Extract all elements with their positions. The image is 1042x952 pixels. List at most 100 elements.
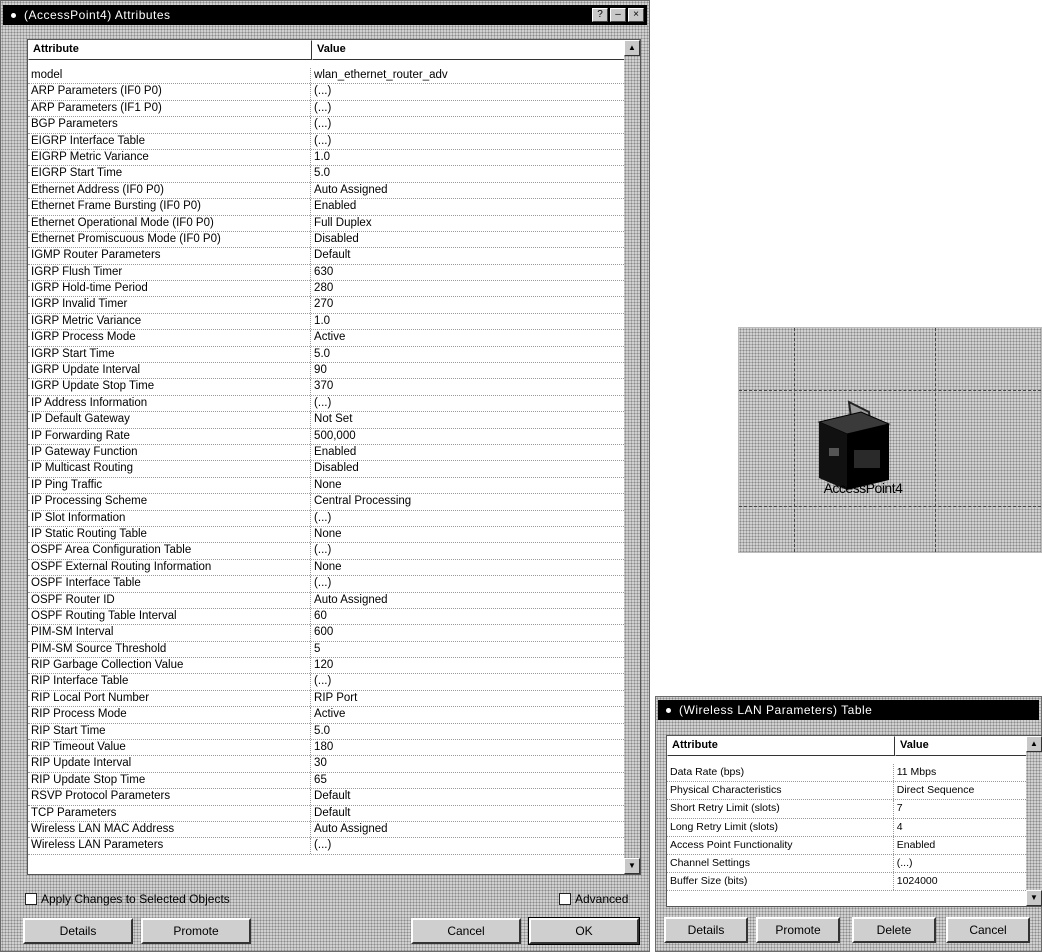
attribute-value-cell[interactable]: (...) xyxy=(311,576,624,591)
node-label[interactable]: AccessPoint4 xyxy=(793,480,933,496)
attribute-value-cell[interactable]: None xyxy=(311,527,624,542)
attribute-value-cell[interactable]: (...) xyxy=(311,674,624,689)
table-row[interactable]: Data Rate (bps) 11 Mbps xyxy=(667,764,1026,783)
attribute-value-cell[interactable]: 30 xyxy=(311,756,624,771)
table-row[interactable]: IP Processing Scheme Central Processing xyxy=(28,494,624,511)
attribute-value-cell[interactable]: None xyxy=(311,560,624,575)
value-column-header[interactable]: Value xyxy=(895,736,1028,756)
attribute-value-cell[interactable]: Default xyxy=(311,248,624,263)
table-row[interactable]: Ethernet Frame Bursting (IF0 P0) Enabled xyxy=(28,199,624,216)
attribute-column-header[interactable]: Attribute xyxy=(667,736,895,756)
advanced-checkbox-box[interactable] xyxy=(559,893,571,905)
apply-changes-checkbox-box[interactable] xyxy=(25,893,37,905)
table-row[interactable]: IGRP Metric Variance 1.0 xyxy=(28,313,624,331)
table-row[interactable]: PIM-SM Source Threshold 5 xyxy=(28,641,624,659)
table-row[interactable]: Short Retry Limit (slots) 7 xyxy=(667,800,1026,819)
attribute-value-cell[interactable]: (...) xyxy=(311,84,624,99)
table-row[interactable]: RIP Garbage Collection Value 120 xyxy=(28,658,624,675)
table-row[interactable]: IGRP Flush Timer 630 xyxy=(28,264,624,282)
attribute-value-cell[interactable]: None xyxy=(311,478,624,493)
attribute-value-cell[interactable]: 60 xyxy=(311,609,624,624)
attribute-value-cell[interactable]: 11 Mbps xyxy=(894,764,1026,781)
table-row[interactable]: EIGRP Metric Variance 1.0 xyxy=(28,149,624,167)
attribute-value-cell[interactable]: (...) xyxy=(311,396,624,411)
attribute-value-cell[interactable]: Enabled xyxy=(311,199,624,214)
table-row[interactable]: Wireless LAN MAC Address Auto Assigned xyxy=(28,821,624,839)
scroll-up-arrow-icon[interactable]: ▲ xyxy=(624,40,640,56)
table-row[interactable]: ARP Parameters (IF0 P0) (...) xyxy=(28,84,624,101)
table-row[interactable]: Ethernet Operational Mode (IF0 P0) Full D… xyxy=(28,215,624,232)
attribute-value-cell[interactable]: Direct Sequence xyxy=(894,782,1026,799)
table-row[interactable]: EIGRP Interface Table (...) xyxy=(28,133,624,150)
attribute-value-cell[interactable]: 630 xyxy=(311,265,624,280)
attribute-value-cell[interactable]: 5.0 xyxy=(311,724,624,739)
system-menu-icon[interactable] xyxy=(666,707,671,713)
table-row[interactable]: IGRP Start Time 5.0 xyxy=(28,346,624,364)
attribute-value-cell[interactable]: Not Set xyxy=(311,412,624,427)
table-row[interactable]: OSPF Interface Table (...) xyxy=(28,576,624,593)
attribute-value-cell[interactable]: 4 xyxy=(894,819,1026,836)
attribute-value-cell[interactable]: Auto Assigned xyxy=(311,183,624,198)
attribute-value-cell[interactable]: Auto Assigned xyxy=(311,822,624,837)
attribute-value-cell[interactable]: (...) xyxy=(311,101,624,116)
attribute-value-cell[interactable]: Default xyxy=(311,806,624,821)
apply-changes-checkbox[interactable]: Apply Changes to Selected Objects xyxy=(25,892,230,906)
table-row[interactable]: RIP Update Stop Time 65 xyxy=(28,772,624,790)
attribute-value-cell[interactable]: wlan_ethernet_router_adv xyxy=(311,68,624,83)
attribute-value-cell[interactable]: 65 xyxy=(311,773,624,788)
attribute-value-cell[interactable]: 120 xyxy=(311,658,624,673)
table-row[interactable]: Long Retry Limit (slots) 4 xyxy=(667,818,1026,837)
attribute-value-cell[interactable]: 5.0 xyxy=(311,347,624,362)
scroll-up-arrow-icon[interactable]: ▲ xyxy=(1026,736,1042,752)
attribute-value-cell[interactable]: 180 xyxy=(311,740,624,755)
scroll-down-arrow-icon[interactable]: ▼ xyxy=(624,858,640,874)
attribute-value-cell[interactable]: 5 xyxy=(311,642,624,657)
attributes-vertical-scrollbar[interactable]: ▲ ▼ xyxy=(624,40,640,874)
table-row[interactable]: Buffer Size (bits) 1024000 xyxy=(667,873,1026,892)
table-row[interactable]: IGRP Hold-time Period 280 xyxy=(28,281,624,298)
table-row[interactable]: IP Gateway Function Enabled xyxy=(28,444,624,462)
table-row[interactable]: IGRP Process Mode Active xyxy=(28,330,624,347)
attribute-value-cell[interactable]: Active xyxy=(311,707,624,722)
wireless-vertical-scrollbar[interactable]: ▲ ▼ xyxy=(1026,736,1042,906)
close-window-button[interactable]: × xyxy=(628,8,644,22)
attribute-value-cell[interactable]: 1.0 xyxy=(311,314,624,329)
table-row[interactable]: IP Default Gateway Not Set xyxy=(28,412,624,429)
attribute-value-cell[interactable]: Enabled xyxy=(894,837,1026,854)
table-row[interactable]: PIM-SM Interval 600 xyxy=(28,625,624,642)
table-row[interactable]: OSPF Routing Table Interval 60 xyxy=(28,608,624,626)
promote-button[interactable]: Promote xyxy=(141,918,251,944)
attribute-value-cell[interactable]: Active xyxy=(311,330,624,345)
promote-button[interactable]: Promote xyxy=(756,917,840,943)
attribute-value-cell[interactable]: 270 xyxy=(311,297,624,312)
attribute-value-cell[interactable]: 600 xyxy=(311,625,624,640)
attribute-value-cell[interactable]: Default xyxy=(311,789,624,804)
table-row[interactable]: RSVP Protocol Parameters Default xyxy=(28,789,624,806)
table-row[interactable]: RIP Start Time 5.0 xyxy=(28,723,624,741)
attribute-value-cell[interactable]: 90 xyxy=(311,363,624,378)
attribute-value-cell[interactable]: Disabled xyxy=(311,461,624,476)
attribute-value-cell[interactable]: 370 xyxy=(311,379,624,394)
wireless-title-bar[interactable]: (Wireless LAN Parameters) Table xyxy=(658,700,1039,720)
cancel-button[interactable]: Cancel xyxy=(946,917,1030,943)
attribute-value-cell[interactable]: (...) xyxy=(311,543,624,558)
minimize-window-button[interactable]: – xyxy=(610,8,626,22)
table-row[interactable]: IGRP Invalid Timer 270 xyxy=(28,297,624,314)
attributes-title-bar[interactable]: (AccessPoint4) Attributes ? – × xyxy=(3,5,647,25)
value-column-header[interactable]: Value xyxy=(312,40,626,60)
attribute-value-cell[interactable]: (...) xyxy=(311,511,624,526)
attribute-value-cell[interactable]: RIP Port xyxy=(311,691,624,706)
table-row[interactable]: Wireless LAN Parameters (...) xyxy=(28,838,624,855)
attribute-value-cell[interactable]: Auto Assigned xyxy=(311,593,624,608)
attribute-column-header[interactable]: Attribute xyxy=(28,40,312,60)
table-row[interactable]: IGRP Update Interval 90 xyxy=(28,363,624,380)
table-row[interactable]: IP Ping Traffic None xyxy=(28,477,624,495)
table-row[interactable]: IGRP Update Stop Time 370 xyxy=(28,379,624,396)
cancel-button[interactable]: Cancel xyxy=(411,918,521,944)
table-row[interactable]: RIP Update Interval 30 xyxy=(28,756,624,773)
table-row[interactable]: TCP Parameters Default xyxy=(28,805,624,822)
table-row[interactable]: Access Point Functionality Enabled xyxy=(667,836,1026,855)
table-row[interactable]: Ethernet Address (IF0 P0) Auto Assigned xyxy=(28,182,624,200)
attribute-value-cell[interactable]: Central Processing xyxy=(311,494,624,509)
table-row[interactable]: ARP Parameters (IF1 P0) (...) xyxy=(28,100,624,118)
